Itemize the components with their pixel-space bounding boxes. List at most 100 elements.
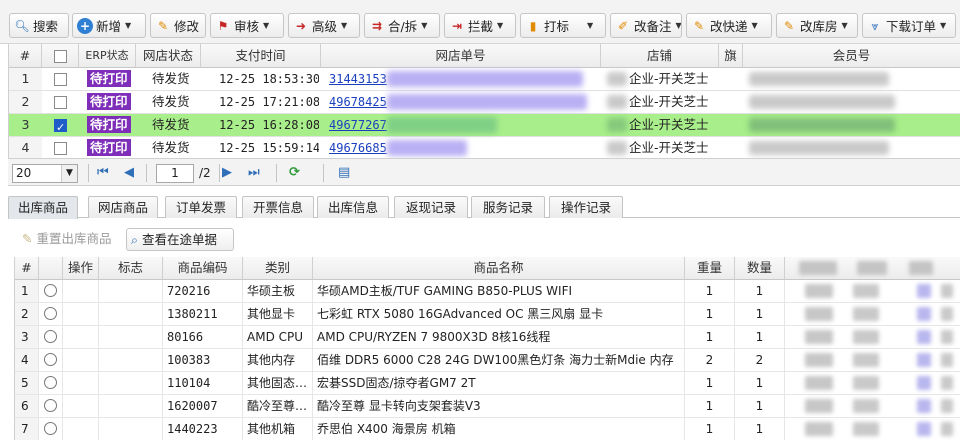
product-row[interactable]: 3 80166 AMD CPU AMD CPU/RYZEN 7 9800X3D 8核1… bbox=[15, 326, 960, 349]
row-number: 1 bbox=[9, 68, 42, 90]
tab-order-invoice[interactable]: 订单发票 bbox=[165, 196, 237, 218]
tab-billing-info[interactable]: 开票信息 bbox=[242, 196, 314, 218]
product-row[interactable]: 1 720216 华硕主板 华硕AMD主板/TUF GAMING B850-PLUS … bbox=[15, 280, 960, 303]
mark-button[interactable]: ▮ 打标 ▼ bbox=[520, 13, 606, 38]
row-radio[interactable] bbox=[44, 330, 57, 343]
row-checkbox[interactable] bbox=[54, 73, 67, 86]
product-category: 其他内存 bbox=[243, 349, 313, 371]
page-size-select[interactable]: 20 ▼ bbox=[12, 164, 78, 183]
redacted-header bbox=[909, 261, 933, 275]
shop-status: 待发货 bbox=[152, 71, 190, 86]
column-header-action[interactable]: 操作 bbox=[63, 257, 99, 280]
redacted-cell bbox=[941, 376, 953, 390]
select-all-checkbox[interactable] bbox=[53, 50, 67, 63]
row-radio[interactable] bbox=[44, 353, 57, 366]
merge-split-button[interactable]: ⇉ 合/拆 ▼ bbox=[364, 13, 440, 38]
order-number-link[interactable]: 49677267 bbox=[329, 118, 387, 132]
view-in-transit-button[interactable]: ⌕ 查看在途单据 bbox=[126, 228, 234, 251]
edit-button[interactable]: ✎ 修改 bbox=[150, 13, 206, 38]
action-cell bbox=[63, 326, 99, 348]
product-name: 华硕AMD主板/TUF GAMING B850-PLUS WIFI bbox=[313, 280, 685, 302]
product-row[interactable]: 7 1440223 其他机箱 乔思伯 X400 海景房 机箱 1 1 bbox=[15, 418, 960, 440]
order-number-link[interactable]: 31443153 bbox=[329, 72, 387, 86]
advanced-button[interactable]: ➜ 高级 ▼ bbox=[288, 13, 360, 38]
tab-service-records[interactable]: 服务记录 bbox=[471, 196, 545, 218]
tab-shop-goods[interactable]: 网店商品 bbox=[88, 196, 158, 218]
magnifier-icon: ⌕ bbox=[131, 232, 139, 247]
edit-express-button[interactable]: ✎ 改快递 ▼ bbox=[686, 13, 772, 38]
column-header-erp-status[interactable]: ERP状态 bbox=[79, 44, 136, 68]
row-checkbox-checked[interactable] bbox=[54, 117, 67, 136]
add-button[interactable]: + 新增 ▼ bbox=[72, 13, 146, 38]
reset-outbound-goods-button[interactable]: ✎ 重置出库商品 bbox=[18, 228, 116, 251]
next-page-icon[interactable]: ▶ bbox=[222, 165, 232, 181]
product-row[interactable]: 2 1380211 其他显卡 七彩虹 RTX 5080 16GAdvanced OC … bbox=[15, 303, 960, 326]
refresh-icon[interactable]: ⟳ bbox=[289, 165, 300, 181]
product-row[interactable]: 5 110104 其他固态… 宏碁SSD固态/掠夺者GM7 2T 1 1 bbox=[15, 372, 960, 395]
row-radio[interactable] bbox=[44, 399, 57, 412]
search-button[interactable]: 🔍︎ 搜索 bbox=[9, 13, 69, 38]
edit-note-button[interactable]: ✐ 改备注 ▼ bbox=[610, 13, 682, 38]
order-row[interactable]: 4 待打印 待发货 12-25 15:59:14 49676685 企业-开关芝… bbox=[9, 137, 960, 158]
order-row[interactable]: 1 待打印 待发货 12-25 18:53:30 31443153 企业-开关芝… bbox=[9, 68, 960, 91]
tab-cashback-records[interactable]: 返现记录 bbox=[394, 196, 468, 218]
column-header-flag[interactable]: 旗 bbox=[719, 44, 743, 68]
chevron-down-icon: ▼ bbox=[751, 21, 758, 30]
flag-cell bbox=[99, 280, 163, 302]
column-header-select-all[interactable] bbox=[42, 44, 79, 68]
column-header-shop-order-no[interactable]: 网店单号 bbox=[321, 44, 601, 68]
table-settings-icon[interactable]: ▤ bbox=[338, 165, 350, 181]
tab-operation-records[interactable]: 操作记录 bbox=[549, 196, 623, 218]
column-header-product-code[interactable]: 商品编码 bbox=[163, 257, 243, 280]
order-number-link[interactable]: 49676685 bbox=[329, 141, 387, 155]
row-radio[interactable] bbox=[44, 376, 57, 389]
product-row[interactable]: 4 100383 其他内存 佰维 DDR5 6000 C28 24G DW100黑色灯… bbox=[15, 349, 960, 372]
radio-cell[interactable] bbox=[39, 395, 63, 417]
redacted-cell bbox=[805, 353, 833, 367]
row-checkbox[interactable] bbox=[54, 96, 67, 109]
row-radio[interactable] bbox=[44, 422, 57, 435]
radio-cell[interactable] bbox=[39, 326, 63, 348]
column-header-flag[interactable]: 标志 bbox=[99, 257, 163, 280]
intercept-button[interactable]: ⇥ 拦截 ▼ bbox=[444, 13, 516, 38]
radio-cell[interactable] bbox=[39, 372, 63, 394]
column-header-product-name[interactable]: 商品名称 bbox=[313, 257, 685, 280]
product-quantity: 1 bbox=[735, 303, 785, 325]
tab-outbound-info[interactable]: 出库信息 bbox=[317, 196, 389, 218]
row-checkbox[interactable] bbox=[54, 142, 67, 155]
prev-page-icon[interactable]: ◀ bbox=[124, 165, 134, 181]
product-name: 七彩虹 RTX 5080 16GAdvanced OC 黑三风扇 显卡 bbox=[313, 303, 685, 325]
column-header-category[interactable]: 类别 bbox=[243, 257, 313, 280]
download-orders-button[interactable]: ⩔ 下载订单 ▼ bbox=[862, 13, 956, 38]
order-number-link[interactable]: 49678425 bbox=[329, 95, 387, 109]
audit-button[interactable]: ⚑ 审核 ▼ bbox=[210, 13, 284, 38]
radio-cell[interactable] bbox=[39, 280, 63, 302]
radio-cell[interactable] bbox=[39, 418, 63, 440]
column-header-quantity[interactable]: 数量 bbox=[735, 257, 785, 280]
last-page-icon[interactable]: ⏭ bbox=[248, 165, 260, 181]
column-header-member-no[interactable]: 会员号 bbox=[743, 44, 960, 68]
column-header-shop[interactable]: 店铺 bbox=[601, 44, 719, 68]
first-page-icon[interactable]: ⏮ bbox=[97, 165, 109, 181]
redacted-cell bbox=[805, 307, 833, 321]
product-name: 乔思伯 X400 海景房 机箱 bbox=[313, 418, 685, 440]
radio-cell[interactable] bbox=[39, 303, 63, 325]
order-row[interactable]: 2 待打印 待发货 12-25 17:21:08 49678425 企业-开关芝… bbox=[9, 91, 960, 114]
row-radio[interactable] bbox=[44, 284, 57, 297]
redacted-cell bbox=[853, 330, 879, 344]
page-number-input[interactable]: 1 bbox=[156, 164, 194, 183]
product-row[interactable]: 6 1620007 酷冷至尊… 酷冷至尊 显卡转向支架套装V3 1 1 bbox=[15, 395, 960, 418]
column-header-index: # bbox=[15, 257, 39, 280]
tab-outbound-goods[interactable]: 出库商品 bbox=[8, 196, 78, 219]
column-header-pay-time[interactable]: 支付时间 bbox=[201, 44, 321, 68]
erp-status-badge: 待打印 bbox=[87, 116, 131, 133]
row-radio[interactable] bbox=[44, 307, 57, 320]
radio-cell[interactable] bbox=[39, 349, 63, 371]
product-quantity: 1 bbox=[735, 418, 785, 440]
edit-warehouse-button[interactable]: ✎ 改库房 ▼ bbox=[776, 13, 858, 38]
column-header-shop-status[interactable]: 网店状态 bbox=[136, 44, 201, 68]
column-header-weight[interactable]: 重量 bbox=[685, 257, 735, 280]
pay-time: 12-25 16:28:08 bbox=[219, 118, 319, 132]
product-weight: 2 bbox=[685, 349, 735, 371]
order-row-selected[interactable]: 3 待打印 待发货 12-25 16:28:08 49677267 企业-开关芝… bbox=[9, 114, 960, 137]
